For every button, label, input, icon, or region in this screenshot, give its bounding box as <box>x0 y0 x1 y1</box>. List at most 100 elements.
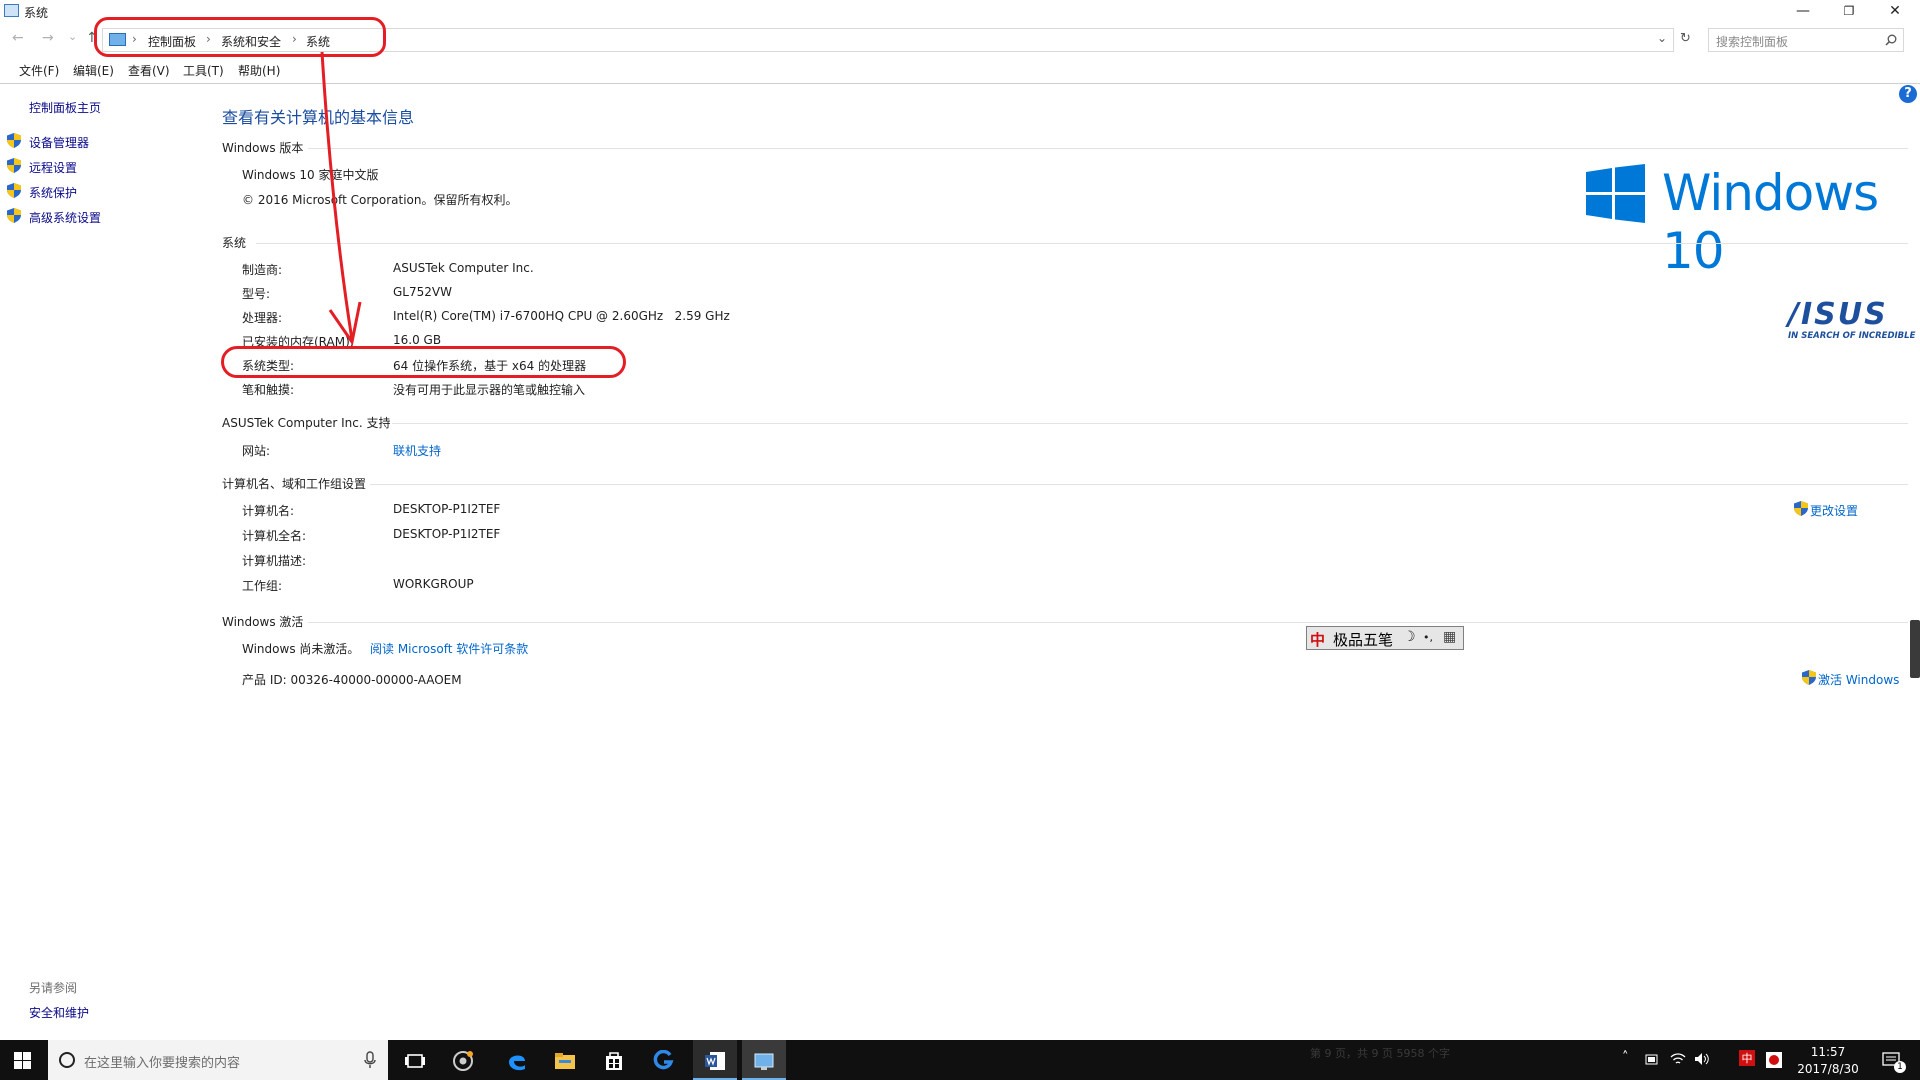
model-value: GL752VW <box>393 285 452 299</box>
recent-locations-button[interactable]: ⌄ <box>68 30 77 43</box>
notification-count-badge: 1 <box>1894 1061 1906 1073</box>
shield-icon <box>1794 501 1808 516</box>
faded-word-status: 第 9 页，共 9 页 5958 个字 <box>1310 1047 1450 1060</box>
chrome-browser-icon[interactable] <box>452 1050 474 1072</box>
menu-edit[interactable]: 编辑(E) <box>73 62 114 79</box>
asus-brand-text: /ISUS <box>1788 297 1888 332</box>
search-input[interactable]: 搜索控制面板 <box>1716 33 1788 50</box>
processor-value: Intel(R) Core(TM) i7-6700HQ CPU @ 2.60GH… <box>393 309 730 323</box>
menu-divider <box>0 83 1920 84</box>
sidebar-item-device-manager[interactable]: 设备管理器 <box>29 134 89 151</box>
section-divider <box>308 148 1908 149</box>
windows-logo-icon <box>1586 164 1645 223</box>
sidebar-security-maintenance[interactable]: 安全和维护 <box>29 1004 89 1021</box>
address-dropdown-icon[interactable]: ⌄ <box>1657 31 1667 45</box>
computer-name-label: 计算机名: <box>242 504 295 518</box>
system-window-icon <box>4 4 19 17</box>
sidebar-control-panel-home[interactable]: 控制面板主页 <box>29 99 101 116</box>
clock-date: 2017/8/30 <box>1797 1062 1859 1076</box>
input-language-indicator[interactable]: 中 <box>1739 1050 1755 1066</box>
pen-touch-label: 笔和触摸: <box>242 383 295 397</box>
workgroup-value: WORKGROUP <box>393 577 474 591</box>
shield-icon <box>7 208 21 223</box>
section-title-edition: Windows 版本 <box>222 141 304 155</box>
workgroup-label: 工作组: <box>242 579 283 593</box>
start-windows-icon[interactable] <box>14 1052 31 1069</box>
website-label: 网站: <box>242 444 271 458</box>
online-support-link[interactable]: 联机支持 <box>393 442 441 459</box>
ime-punctuation-icon[interactable]: •, <box>1423 631 1433 644</box>
activate-windows-link[interactable]: 激活 Windows <box>1818 671 1899 688</box>
window-title: 系统 <box>24 6 49 20</box>
word-icon[interactable] <box>704 1050 726 1072</box>
minimize-button[interactable]: — <box>1780 0 1826 24</box>
taskbar-search-input[interactable]: 在这里输入你要搜索的内容 <box>84 1052 240 1071</box>
shield-icon <box>7 183 21 198</box>
scrollbar-thumb[interactable] <box>1910 620 1920 678</box>
section-divider <box>256 243 1908 244</box>
menu-view[interactable]: 查看(V) <box>128 62 170 79</box>
clock-time: 11:57 <box>1810 1045 1846 1059</box>
menu-file[interactable]: 文件(F) <box>19 62 59 79</box>
menu-tools[interactable]: 工具(T) <box>183 62 224 79</box>
forward-button[interactable]: → <box>42 30 54 46</box>
ime-name: 极品五笔 <box>1333 631 1394 649</box>
search-icon[interactable] <box>1885 34 1897 46</box>
full-name-value: DESKTOP-P1I2TEF <box>393 527 501 541</box>
store-icon[interactable] <box>603 1050 625 1072</box>
activation-status: Windows 尚未激活。 <box>242 642 360 656</box>
manufacturer-label: 制造商: <box>242 263 283 277</box>
task-view-icon[interactable] <box>404 1050 426 1072</box>
see-also-title: 另请参阅 <box>29 981 78 995</box>
pen-touch-value: 没有可用于此显示器的笔或触控输入 <box>393 383 586 397</box>
processor-label: 处理器: <box>242 311 283 325</box>
manufacturer-value: ASUSTek Computer Inc. <box>393 261 534 275</box>
license-terms-link[interactable]: 阅读 Microsoft 软件许可条款 <box>370 640 528 657</box>
section-title-system: 系统 <box>222 236 247 250</box>
change-settings-link[interactable]: 更改设置 <box>1810 502 1858 519</box>
computer-name-value: DESKTOP-P1I2TEF <box>393 502 501 516</box>
description-label: 计算机描述: <box>242 554 307 568</box>
control-panel-icon[interactable] <box>753 1050 775 1072</box>
section-title-activation: Windows 激活 <box>222 615 304 629</box>
sidebar-item-advanced-settings[interactable]: 高级系统设置 <box>29 209 101 226</box>
refresh-icon[interactable]: ↻ <box>1680 31 1691 46</box>
ime-toolbar[interactable]: 中 极品五笔 ☽ •, ▦ <box>1306 626 1464 650</box>
sidebar-item-remote-settings[interactable]: 远程设置 <box>29 159 77 176</box>
tray-expand-icon[interactable]: ˄ <box>1622 1050 1629 1065</box>
model-label: 型号: <box>242 287 271 301</box>
section-divider <box>392 423 1908 424</box>
full-name-label: 计算机全名: <box>242 529 307 543</box>
section-title-computer: 计算机名、域和工作组设置 <box>222 477 367 491</box>
ime-chinese-mode-icon[interactable]: 中 <box>1310 629 1325 650</box>
help-icon[interactable]: ? <box>1899 85 1917 103</box>
search-box[interactable]: 搜索控制面板 <box>1708 28 1904 52</box>
microphone-icon[interactable] <box>364 1051 376 1069</box>
restore-button[interactable]: ❐ <box>1826 0 1872 24</box>
shield-icon <box>7 133 21 148</box>
sidebar-item-system-protection[interactable]: 系统保护 <box>29 184 77 201</box>
annotation-system-type-circle <box>221 346 626 378</box>
shield-icon <box>7 158 21 173</box>
cortana-icon[interactable] <box>58 1051 76 1069</box>
section-divider <box>370 484 1908 485</box>
ime-keyboard-icon[interactable]: ▦ <box>1443 629 1456 645</box>
antivirus-tray-icon[interactable] <box>1766 1052 1782 1068</box>
ram-value: 16.0 GB <box>393 333 442 347</box>
back-button[interactable]: ← <box>12 30 24 46</box>
volume-icon[interactable] <box>1694 1052 1710 1066</box>
taskbar-clock[interactable]: 11:57 2017/8/30 <box>1792 1044 1864 1078</box>
close-button[interactable]: ✕ <box>1872 0 1918 24</box>
file-explorer-icon[interactable] <box>554 1050 576 1072</box>
annotation-arrow-icon <box>320 51 362 346</box>
edge-browser-icon[interactable] <box>506 1050 528 1072</box>
sogou-browser-icon[interactable] <box>652 1050 674 1072</box>
menu-bar: 文件(F) 编辑(E) 查看(V) 工具(T) 帮助(H) <box>0 58 1920 80</box>
taskbar-search-box[interactable]: 在这里输入你要搜索的内容 <box>48 1040 388 1080</box>
product-id: 产品 ID: 00326-40000-00000-AAOEM <box>242 673 462 687</box>
battery-icon[interactable] <box>1645 1052 1659 1066</box>
menu-help[interactable]: 帮助(H) <box>238 62 280 79</box>
ime-moon-icon[interactable]: ☽ <box>1403 629 1416 645</box>
wifi-icon[interactable] <box>1670 1052 1686 1066</box>
section-title-support: ASUSTek Computer Inc. 支持 <box>222 416 391 430</box>
